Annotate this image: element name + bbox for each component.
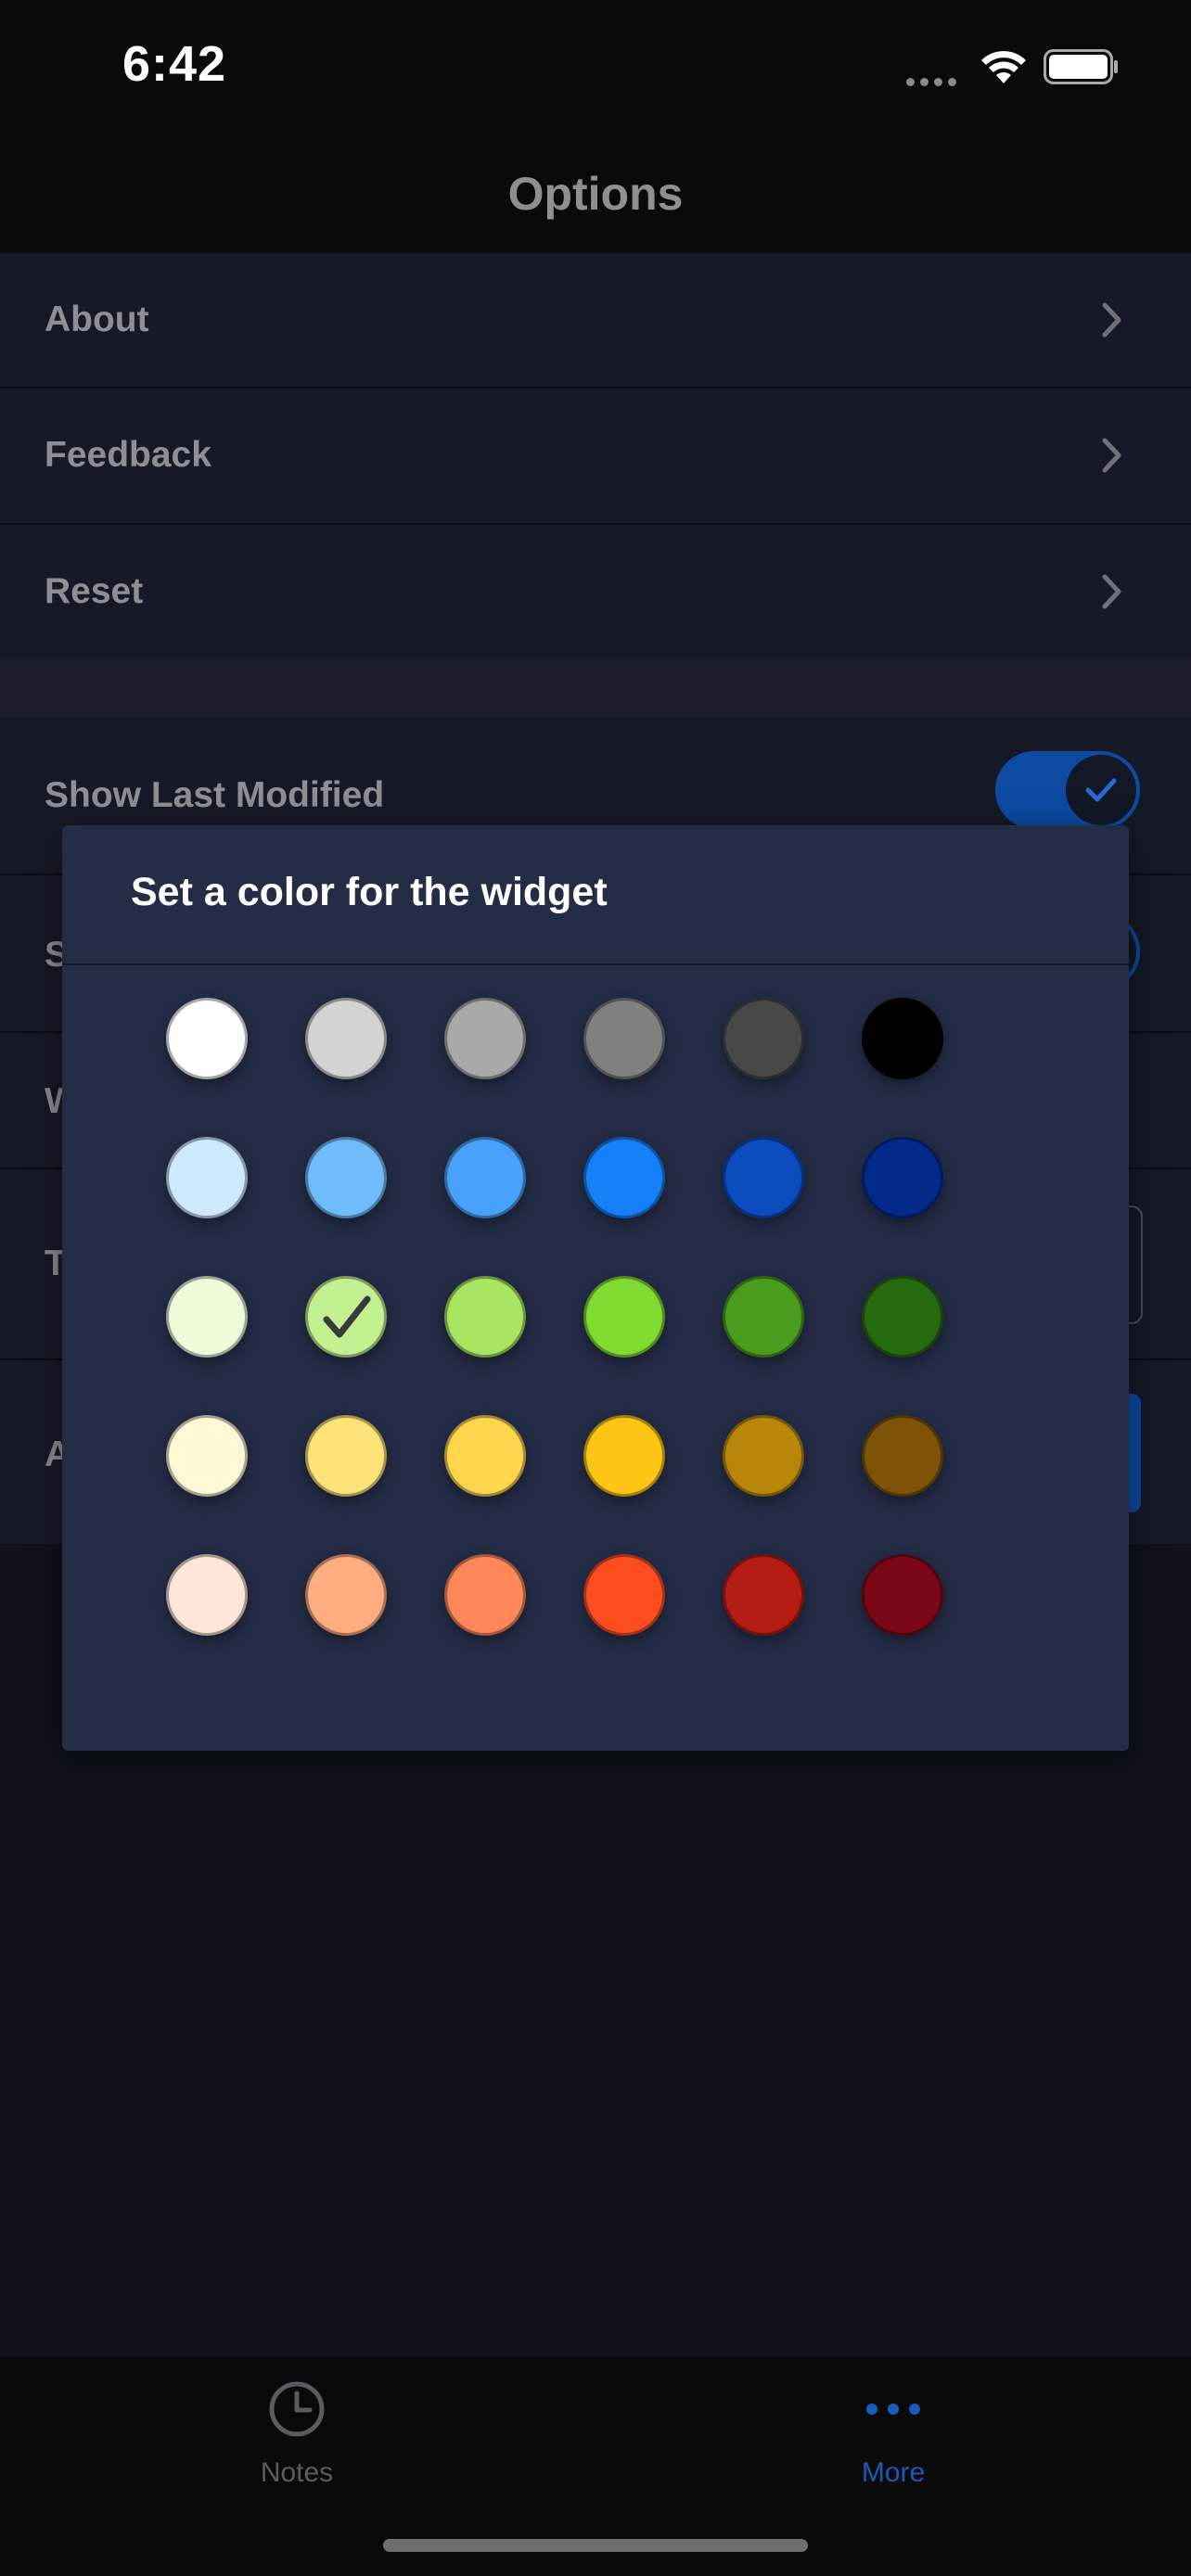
toggle-knob [1066,755,1136,825]
list-item-label: Show Last Modified [45,775,385,815]
chevron-right-icon [1102,574,1121,609]
status-bar: 6:42 [0,0,1191,130]
color-swatch[interactable] [723,998,804,1079]
color-picker-dialog: Set a color for the widget [62,825,1129,1751]
page-title: Options [507,168,684,220]
tab-more[interactable]: More [754,2357,1032,2506]
wifi-icon [981,51,1026,83]
color-swatch[interactable] [723,1137,804,1218]
color-swatch[interactable] [862,1137,943,1218]
color-swatch[interactable] [444,1276,526,1358]
color-swatch[interactable] [166,1554,248,1636]
color-swatch[interactable] [583,1276,665,1358]
color-swatch[interactable] [723,1276,804,1358]
color-swatch[interactable] [723,1415,804,1497]
tab-label: More [861,2457,926,2488]
cellular-signal-icon [906,74,962,91]
color-swatch[interactable] [444,998,526,1079]
list-item-feedback[interactable]: Feedback [0,389,1191,525]
color-swatch[interactable] [305,998,387,1079]
color-swatch[interactable] [862,1554,943,1636]
color-swatch[interactable] [583,1554,665,1636]
color-swatch[interactable] [444,1137,526,1218]
checkmark-icon [323,1295,371,1338]
navigation-bar: Options [0,130,1191,253]
battery-icon [1044,49,1118,84]
section-gap [0,659,1191,718]
tab-label: Notes [260,2457,334,2488]
color-swatch[interactable] [305,1554,387,1636]
show-last-modified-toggle[interactable] [995,751,1140,829]
color-swatch[interactable] [166,1276,248,1358]
ellipsis-icon [866,2404,920,2415]
color-swatch-selected[interactable] [305,1276,387,1358]
color-swatch[interactable] [166,998,248,1079]
list-item-label: Feedback [45,435,211,475]
chevron-right-icon [1102,302,1121,338]
list-item-about[interactable]: About [0,253,1191,389]
color-swatch[interactable] [305,1415,387,1497]
color-swatch[interactable] [862,998,943,1079]
color-swatch[interactable] [166,1137,248,1218]
tab-notes[interactable]: Notes [158,2357,436,2506]
clock-icon [269,2381,325,2437]
color-swatch[interactable] [444,1415,526,1497]
list-item-label: About [45,300,149,339]
color-swatch[interactable] [583,998,665,1079]
color-swatch[interactable] [444,1554,526,1636]
color-swatch[interactable] [862,1415,943,1497]
color-swatch[interactable] [305,1137,387,1218]
chevron-right-icon [1102,438,1121,473]
dialog-divider [62,963,1129,965]
color-swatch[interactable] [583,1415,665,1497]
list-item-label: Reset [45,571,144,611]
dialog-title: Set a color for the widget [131,870,608,914]
color-swatch[interactable] [723,1554,804,1636]
home-indicator [383,2539,808,2552]
checkmark-icon [1085,778,1117,802]
list-item-reset[interactable]: Reset [0,525,1191,659]
color-swatch[interactable] [583,1137,665,1218]
color-swatch[interactable] [166,1415,248,1497]
status-time: 6:42 [122,36,227,92]
color-swatch[interactable] [862,1276,943,1358]
